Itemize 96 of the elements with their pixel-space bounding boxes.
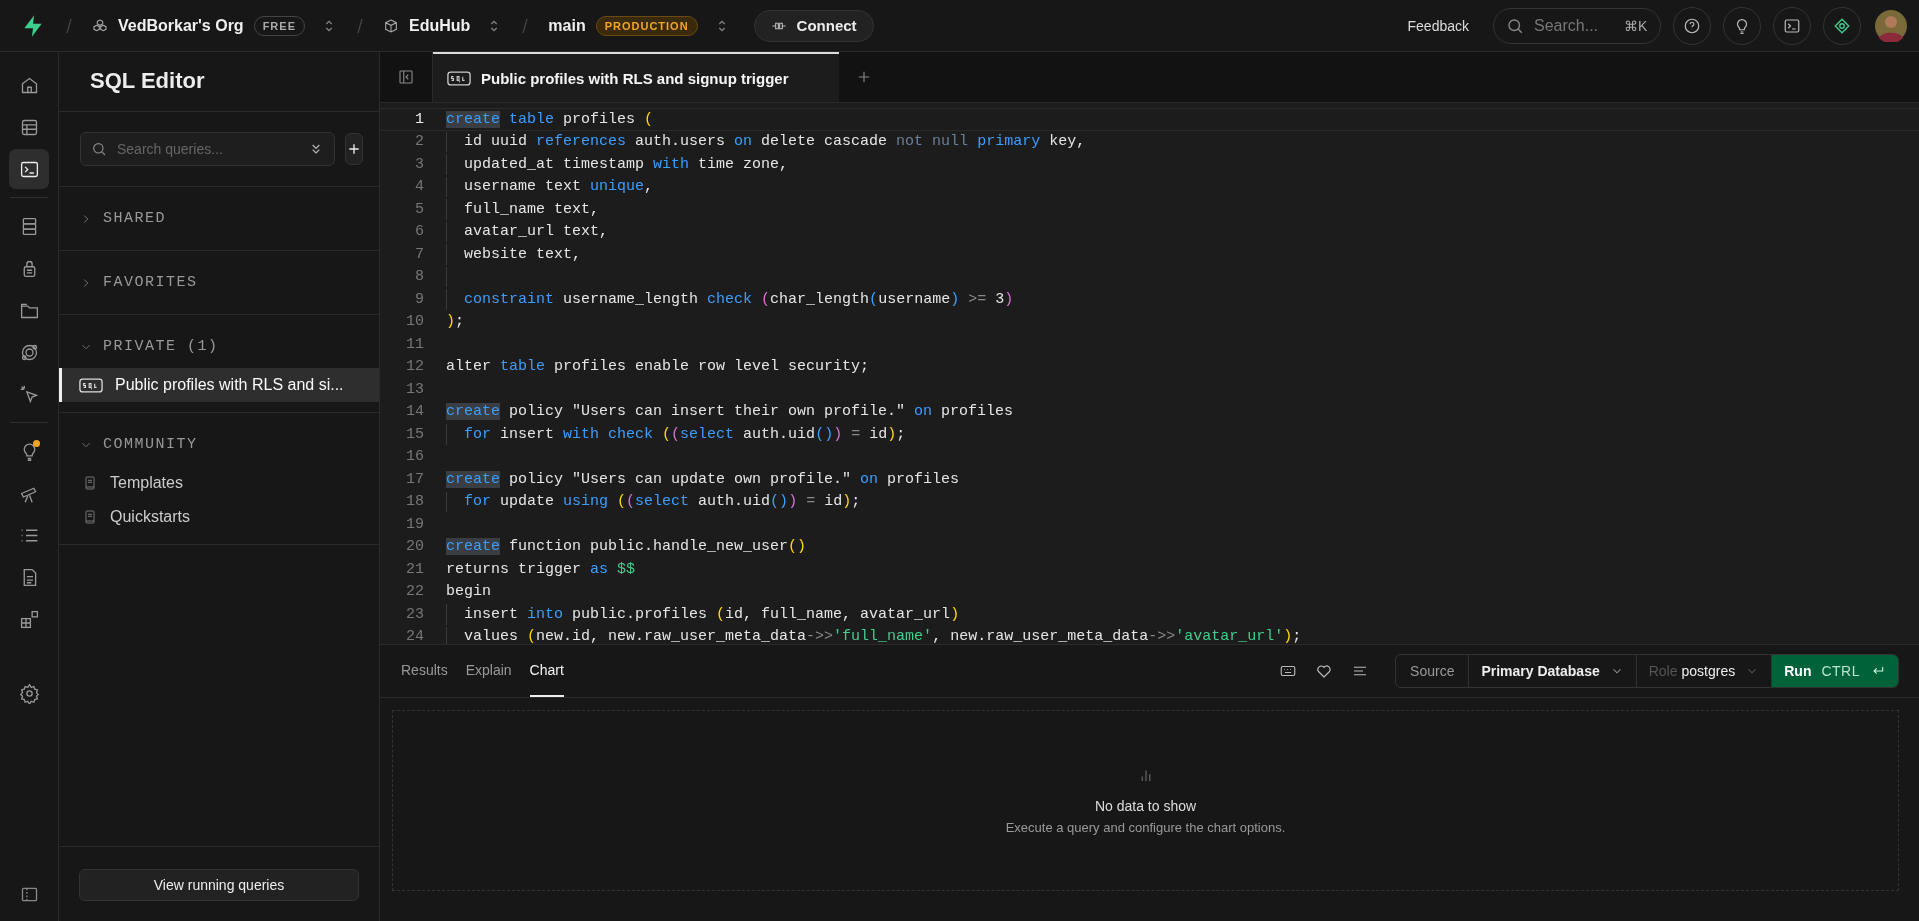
code-text: avatar_url text, (446, 221, 609, 242)
line-number: 11 (405, 334, 424, 355)
result-tab[interactable]: Chart (529, 645, 564, 697)
environment-badge: PRODUCTION (595, 15, 698, 36)
search-icon (91, 141, 107, 157)
database-select[interactable]: Primary Database (1469, 655, 1637, 687)
shortcut-hint: ⌘K (1624, 17, 1648, 34)
code-text: create policy "Users can insert their own profile." on profiles (446, 402, 1014, 422)
empty-message: Execute a query and configure the chart options. (1005, 820, 1286, 835)
line-number: 6 (414, 222, 424, 242)
line-number: 1 (414, 109, 424, 130)
code-text: for update using ((select auth.uid()) = id); (446, 491, 861, 512)
line-number: 5 (414, 199, 424, 220)
search-icon (1506, 16, 1524, 35)
query-item[interactable]: Templates (59, 466, 379, 500)
gear-icon (18, 682, 40, 704)
line-number: 23 (405, 604, 424, 625)
search-input[interactable]: Search... (1532, 15, 1616, 36)
shortcut-hint: CTRL (1821, 663, 1860, 679)
notification-dot (33, 440, 40, 447)
source-label: Source (1396, 655, 1470, 687)
query-search-input[interactable]: Search queries... (115, 140, 300, 158)
line-number: 10 (405, 312, 424, 332)
code-text: returns trigger as $$ (446, 559, 636, 580)
section-header[interactable]: COMMUNITY (59, 423, 379, 466)
code-text: constraint username_length check (char_length(username) >= 3) (446, 289, 1014, 310)
sidebar-title: SQL Editor (59, 52, 379, 112)
avatar[interactable] (1875, 9, 1907, 42)
line-number: 7 (414, 244, 424, 265)
collapse-sidebar-icon[interactable] (397, 68, 415, 86)
line-number: 19 (405, 514, 424, 535)
line-number: 21 (405, 559, 424, 580)
code-text: full_name text, (446, 199, 600, 220)
line-number: 24 (405, 627, 424, 644)
line-number: 13 (405, 379, 424, 400)
code-text: create policy "Users can update own profile." on profiles (446, 469, 960, 490)
plus-icon (346, 141, 362, 157)
project-name[interactable]: EduHub (409, 16, 471, 35)
role-value: postgres (1681, 663, 1736, 679)
code-text: updated_at timestamp with time zone, (446, 154, 789, 175)
branch-name[interactable]: main (548, 16, 586, 35)
editor-tab[interactable]: Public profiles with RLS and signup trigger (433, 52, 839, 102)
code-text: username text unique, (446, 176, 654, 197)
code-text: id uuid references auth.users on delete cascade not null primary key, (446, 131, 1086, 152)
line-number: 16 (405, 447, 424, 467)
section-header[interactable]: SHARED (59, 197, 379, 240)
run-label: Run (1784, 663, 1812, 679)
diamond-icon (1833, 16, 1851, 35)
run-button[interactable]: Run CTRL (1772, 655, 1898, 687)
result-tab[interactable]: Results (401, 645, 448, 697)
add-button[interactable] (345, 133, 363, 165)
role-label: Role (1648, 663, 1678, 679)
org-name[interactable]: VedBorkar's Org (118, 16, 244, 35)
line-number: 17 (405, 469, 424, 490)
code-text: for insert with check ((select auth.uid()) = id); (446, 424, 906, 445)
code-text: website text, (446, 244, 582, 265)
sql-icon (447, 69, 471, 87)
blocks-icon (18, 608, 40, 630)
help-icon (1683, 16, 1701, 35)
feedback-link[interactable]: Feedback (1407, 17, 1469, 34)
empty-title: No data to show (1094, 798, 1197, 814)
terminal-icon (1783, 16, 1801, 35)
terminal-nav-button[interactable] (9, 149, 49, 189)
code-text: insert into public.profiles (id, full_name, avatar_url) (446, 604, 960, 625)
org-icon (92, 17, 108, 34)
cursor-icon (18, 383, 40, 405)
query-item[interactable]: Public profiles with RLS and si... (59, 368, 379, 402)
line-number: 2 (414, 132, 424, 152)
cube-icon (383, 17, 399, 34)
result-tab[interactable]: Explain (465, 645, 512, 697)
code-text: begin (446, 582, 491, 602)
line-number: 18 (405, 492, 424, 512)
section-header[interactable]: FAVORITES (59, 261, 379, 304)
code-text: ); (446, 312, 465, 332)
line-number: 3 (414, 154, 424, 175)
code-text: create table profiles ( (446, 109, 654, 130)
query-search-field[interactable]: Search queries... (80, 132, 335, 166)
line-number: 14 (405, 402, 424, 422)
book-icon (82, 509, 98, 525)
line-number: 15 (405, 424, 424, 445)
book-icon (82, 475, 98, 491)
connect-button[interactable]: Connect (753, 9, 874, 42)
section-header[interactable]: PRIVATE (1) (59, 325, 379, 368)
line-number: 8 (414, 267, 424, 287)
code-text: create function public.handle_new_user() (446, 537, 807, 557)
line-number: 4 (414, 177, 424, 197)
view-running-queries-button[interactable]: View running queries (79, 869, 359, 901)
sql-icon (79, 376, 103, 394)
line-number: 20 (405, 537, 424, 557)
heart-icon[interactable] (1315, 662, 1334, 680)
code-text: alter table profiles enable row level security; (446, 357, 870, 377)
line-number: 22 (405, 582, 424, 602)
line-number: 12 (405, 357, 424, 377)
line-number: 9 (414, 289, 424, 310)
code-text: values (new.id, new.raw_user_meta_data->>'full_name', new.raw_user_meta_data->>'avatar_url'); (446, 626, 1302, 644)
query-item[interactable]: Quickstarts (59, 500, 379, 534)
